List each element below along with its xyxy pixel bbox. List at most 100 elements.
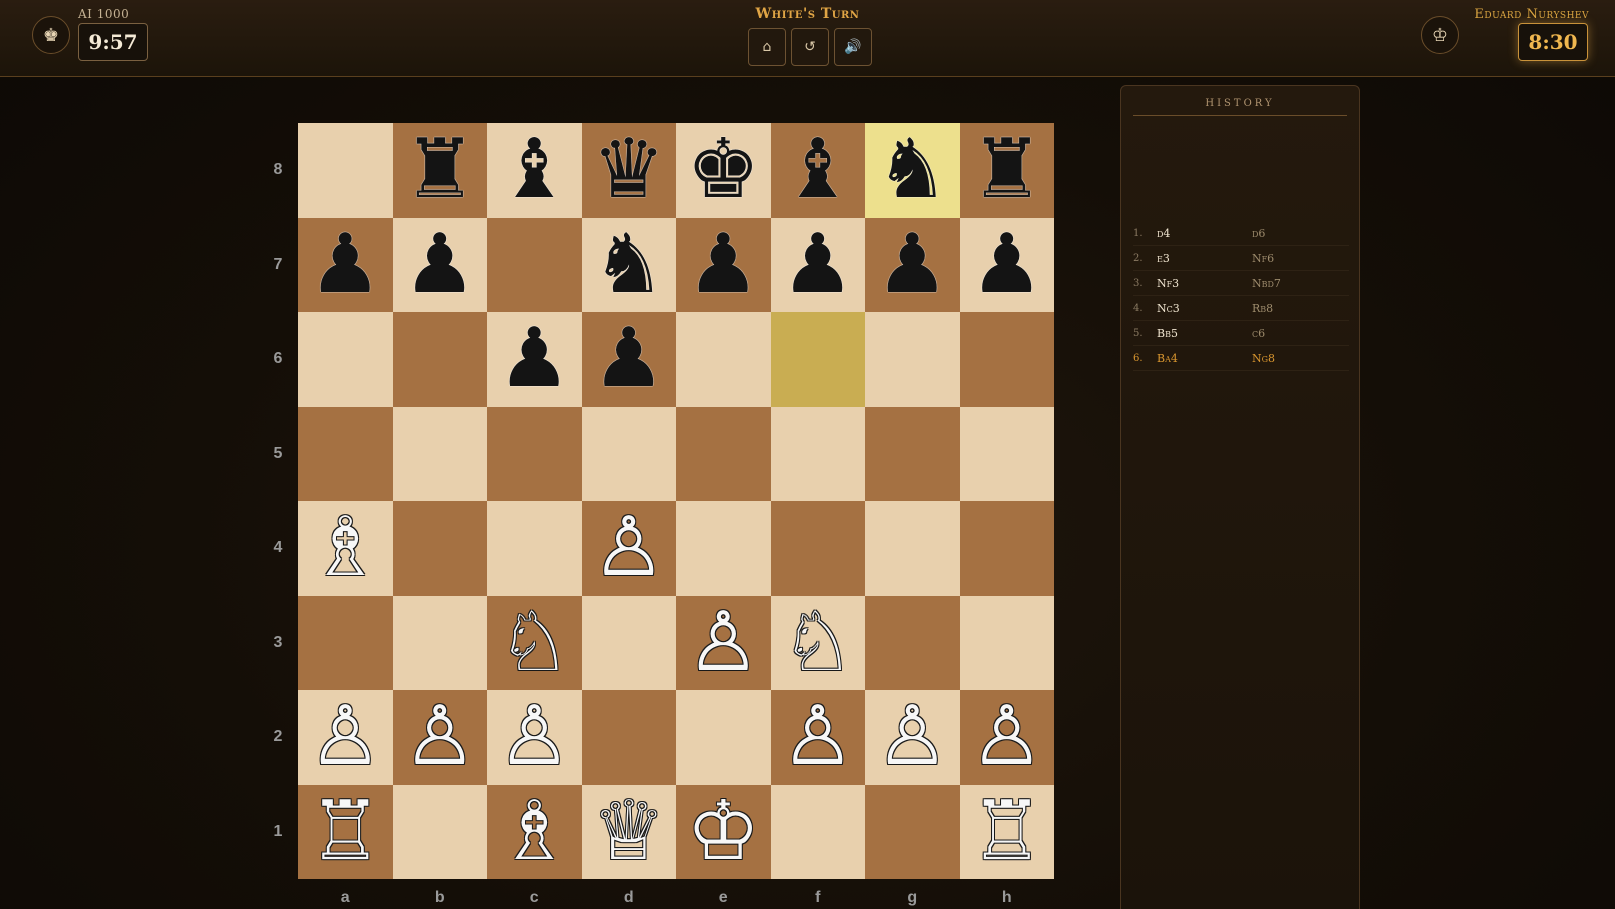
square-c8[interactable]: ♝	[487, 123, 582, 218]
square-a7[interactable]: ♟	[298, 217, 393, 312]
square-g6[interactable]	[865, 312, 960, 407]
piece-c3[interactable]: ♘	[497, 601, 571, 684]
piece-h2[interactable]: ♙	[970, 696, 1044, 778]
piece-e7[interactable]: ♟	[686, 223, 760, 306]
piece-a4[interactable]: ♗	[308, 507, 382, 589]
square-d4[interactable]: ♙	[581, 501, 676, 596]
piece-f3[interactable]: ♘	[781, 601, 855, 684]
piece-d1[interactable]: ♕	[592, 790, 666, 873]
square-d7[interactable]: ♞	[581, 217, 676, 312]
square-h6[interactable]	[959, 312, 1054, 407]
square-b4[interactable]	[392, 501, 487, 596]
square-d3[interactable]	[581, 595, 676, 690]
square-c5[interactable]	[487, 406, 582, 501]
square-f4[interactable]	[770, 501, 865, 596]
square-h3[interactable]	[959, 595, 1054, 690]
piece-d8[interactable]: ♛	[592, 129, 666, 211]
piece-a2[interactable]: ♙	[308, 696, 382, 778]
piece-c6[interactable]: ♟	[497, 318, 571, 400]
square-f1[interactable]	[770, 784, 865, 879]
piece-b8[interactable]: ♜	[403, 129, 477, 211]
square-f3[interactable]: ♘	[770, 595, 865, 690]
square-a5[interactable]	[298, 406, 393, 501]
square-b6[interactable]	[392, 312, 487, 407]
square-h7[interactable]: ♟	[959, 217, 1054, 312]
square-g7[interactable]: ♟	[865, 217, 960, 312]
piece-g8[interactable]: ♞	[875, 129, 949, 211]
square-h2[interactable]: ♙	[959, 690, 1054, 785]
square-f7[interactable]: ♟	[770, 217, 865, 312]
square-a6[interactable]	[298, 312, 393, 407]
square-g1[interactable]	[865, 784, 960, 879]
square-a4[interactable]: ♗	[298, 501, 393, 596]
square-b3[interactable]	[392, 595, 487, 690]
square-g8[interactable]: ♞	[865, 123, 960, 218]
square-d8[interactable]: ♛	[581, 123, 676, 218]
piece-b2[interactable]: ♙	[403, 696, 477, 778]
square-f6[interactable]	[770, 312, 865, 407]
square-a2[interactable]: ♙	[298, 690, 393, 785]
sound-toggle-button[interactable]: 🔊	[834, 28, 872, 66]
piece-a7[interactable]: ♟	[308, 223, 382, 306]
square-d5[interactable]	[581, 406, 676, 501]
chess-board[interactable]: ♜ ♝ ♛ ♚ ♝ ♞ ♜ ♟ ♟ ♞ ♟ ♟ ♟ ♟ ♟ ♟ ♗ ♙ ♘ ♙ ♘ ♙ ♙ ♙ ♙ ♙ ♙ ♖ ♗ ♕ ♔ ♖	[298, 123, 1054, 879]
square-d1[interactable]: ♕	[581, 784, 676, 879]
square-e1[interactable]: ♔	[676, 784, 771, 879]
square-e6[interactable]	[676, 312, 771, 407]
square-g3[interactable]	[865, 595, 960, 690]
square-e4[interactable]	[676, 501, 771, 596]
square-a1[interactable]: ♖	[298, 784, 393, 879]
piece-h8[interactable]: ♜	[970, 129, 1044, 211]
piece-d6[interactable]: ♟	[592, 318, 666, 400]
square-e7[interactable]: ♟	[676, 217, 771, 312]
square-b7[interactable]: ♟	[392, 217, 487, 312]
piece-b7[interactable]: ♟	[403, 223, 477, 306]
square-f5[interactable]	[770, 406, 865, 501]
piece-f7[interactable]: ♟	[781, 223, 855, 306]
square-b2[interactable]: ♙	[392, 690, 487, 785]
square-b1[interactable]	[392, 784, 487, 879]
piece-a1[interactable]: ♖	[308, 790, 382, 873]
square-d2[interactable]	[581, 690, 676, 785]
piece-c8[interactable]: ♝	[497, 129, 571, 211]
square-c6[interactable]: ♟	[487, 312, 582, 407]
square-h4[interactable]	[959, 501, 1054, 596]
piece-e1[interactable]: ♔	[686, 790, 760, 873]
move-row[interactable]: 3. Nf3 Nbd7	[1133, 271, 1349, 296]
square-c7[interactable]	[487, 217, 582, 312]
square-h8[interactable]: ♜	[959, 123, 1054, 218]
piece-f2[interactable]: ♙	[781, 696, 855, 778]
square-d6[interactable]: ♟	[581, 312, 676, 407]
piece-d7[interactable]: ♞	[592, 223, 666, 306]
square-h1[interactable]: ♖	[959, 784, 1054, 879]
square-c4[interactable]	[487, 501, 582, 596]
move-row[interactable]: 2. e3 Nf6	[1133, 246, 1349, 271]
piece-d4[interactable]: ♙	[592, 507, 666, 589]
piece-h7[interactable]: ♟	[970, 223, 1044, 306]
square-g2[interactable]: ♙	[865, 690, 960, 785]
square-c3[interactable]: ♘	[487, 595, 582, 690]
move-row[interactable]: 6. Ba4 Ng8	[1133, 346, 1349, 371]
piece-g2[interactable]: ♙	[875, 696, 949, 778]
move-row[interactable]: 5. Bb5 c6	[1133, 321, 1349, 346]
square-b8[interactable]: ♜	[392, 123, 487, 218]
square-e8[interactable]: ♚	[676, 123, 771, 218]
move-row[interactable]: 1. d4 d6	[1133, 221, 1349, 246]
square-e3[interactable]: ♙	[676, 595, 771, 690]
square-c1[interactable]: ♗	[487, 784, 582, 879]
square-f8[interactable]: ♝	[770, 123, 865, 218]
square-a3[interactable]	[298, 595, 393, 690]
square-a8[interactable]	[298, 123, 393, 218]
square-h5[interactable]	[959, 406, 1054, 501]
square-b5[interactable]	[392, 406, 487, 501]
square-g5[interactable]	[865, 406, 960, 501]
square-g4[interactable]	[865, 501, 960, 596]
piece-c2[interactable]: ♙	[497, 696, 571, 778]
undo-button[interactable]: ↺	[791, 28, 829, 66]
square-f2[interactable]: ♙	[770, 690, 865, 785]
square-e5[interactable]	[676, 406, 771, 501]
piece-e3[interactable]: ♙	[686, 601, 760, 684]
piece-g7[interactable]: ♟	[875, 223, 949, 306]
piece-c1[interactable]: ♗	[497, 790, 571, 873]
square-e2[interactable]	[676, 690, 771, 785]
